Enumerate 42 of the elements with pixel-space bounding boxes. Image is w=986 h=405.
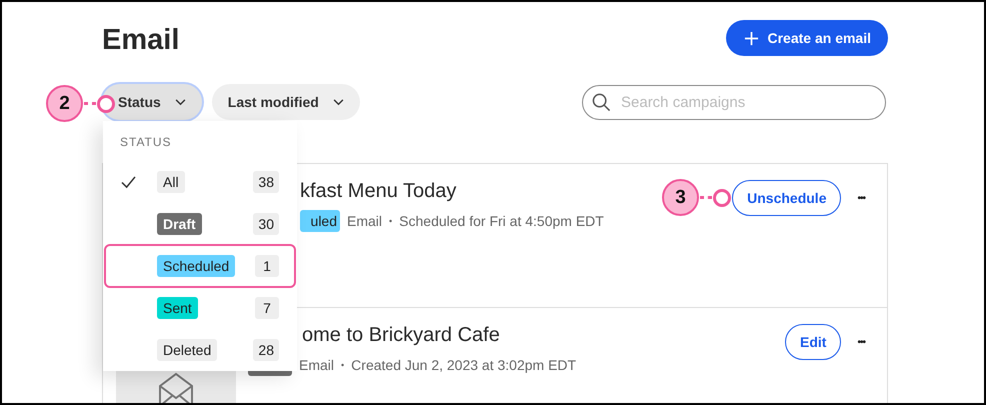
filter-dropdown[interactable]: Status bbox=[102, 84, 202, 120]
campaign-type: Email bbox=[347, 213, 382, 229]
status-count: 1 bbox=[255, 255, 279, 277]
status-badge: uled bbox=[300, 210, 340, 232]
callout-number: 2 bbox=[46, 85, 83, 122]
status-badge: All bbox=[157, 171, 185, 193]
campaign-detail: Created Jun 2, 2023 at 3:02pm EDT bbox=[351, 357, 576, 373]
separator-dot: • bbox=[389, 216, 392, 226]
filter-dropdown[interactable]: Last modified bbox=[212, 84, 360, 120]
status-option[interactable]: Draft 30 bbox=[103, 203, 297, 245]
status-badge: Deleted bbox=[157, 339, 218, 361]
more-button[interactable]: ••• bbox=[855, 192, 867, 204]
more-button[interactable]: ••• bbox=[855, 336, 867, 348]
menu-heading: STATUS bbox=[120, 135, 173, 151]
status-badge: Scheduled bbox=[157, 255, 236, 277]
page-title: Email bbox=[102, 24, 180, 57]
chevron-down-icon bbox=[174, 98, 186, 106]
status-count: 28 bbox=[253, 339, 279, 361]
separator-dot: • bbox=[341, 360, 344, 370]
chevron-down-icon bbox=[332, 98, 344, 106]
status-option[interactable]: All 38 bbox=[103, 161, 297, 203]
status-option[interactable]: Scheduled 1 bbox=[103, 245, 297, 287]
status-badge: Sent bbox=[157, 297, 198, 319]
campaign-title[interactable]: kfast Menu Today bbox=[300, 180, 456, 206]
search-icon bbox=[592, 92, 611, 112]
search-field[interactable]: Search campaigns bbox=[582, 84, 886, 120]
callout-number: 3 bbox=[662, 179, 699, 216]
status-badge: Draft bbox=[157, 213, 202, 235]
status-count: 7 bbox=[255, 297, 279, 319]
plus-icon bbox=[744, 30, 758, 46]
envelope-icon bbox=[156, 370, 196, 403]
callout-ring bbox=[713, 188, 731, 206]
campaign-type: Email bbox=[299, 357, 334, 373]
action-button[interactable]: Edit bbox=[785, 324, 842, 360]
status-count: 30 bbox=[253, 213, 279, 235]
status-count: 38 bbox=[253, 171, 279, 193]
create-email-button[interactable]: Create an email bbox=[726, 20, 888, 56]
campaign-detail: Scheduled for Fri at 4:50pm EDT bbox=[399, 213, 604, 229]
callout-ring bbox=[97, 94, 115, 112]
status-option[interactable]: Deleted 28 bbox=[103, 329, 297, 371]
action-button[interactable]: Unschedule bbox=[732, 180, 842, 216]
status-option[interactable]: Sent 7 bbox=[103, 287, 297, 329]
